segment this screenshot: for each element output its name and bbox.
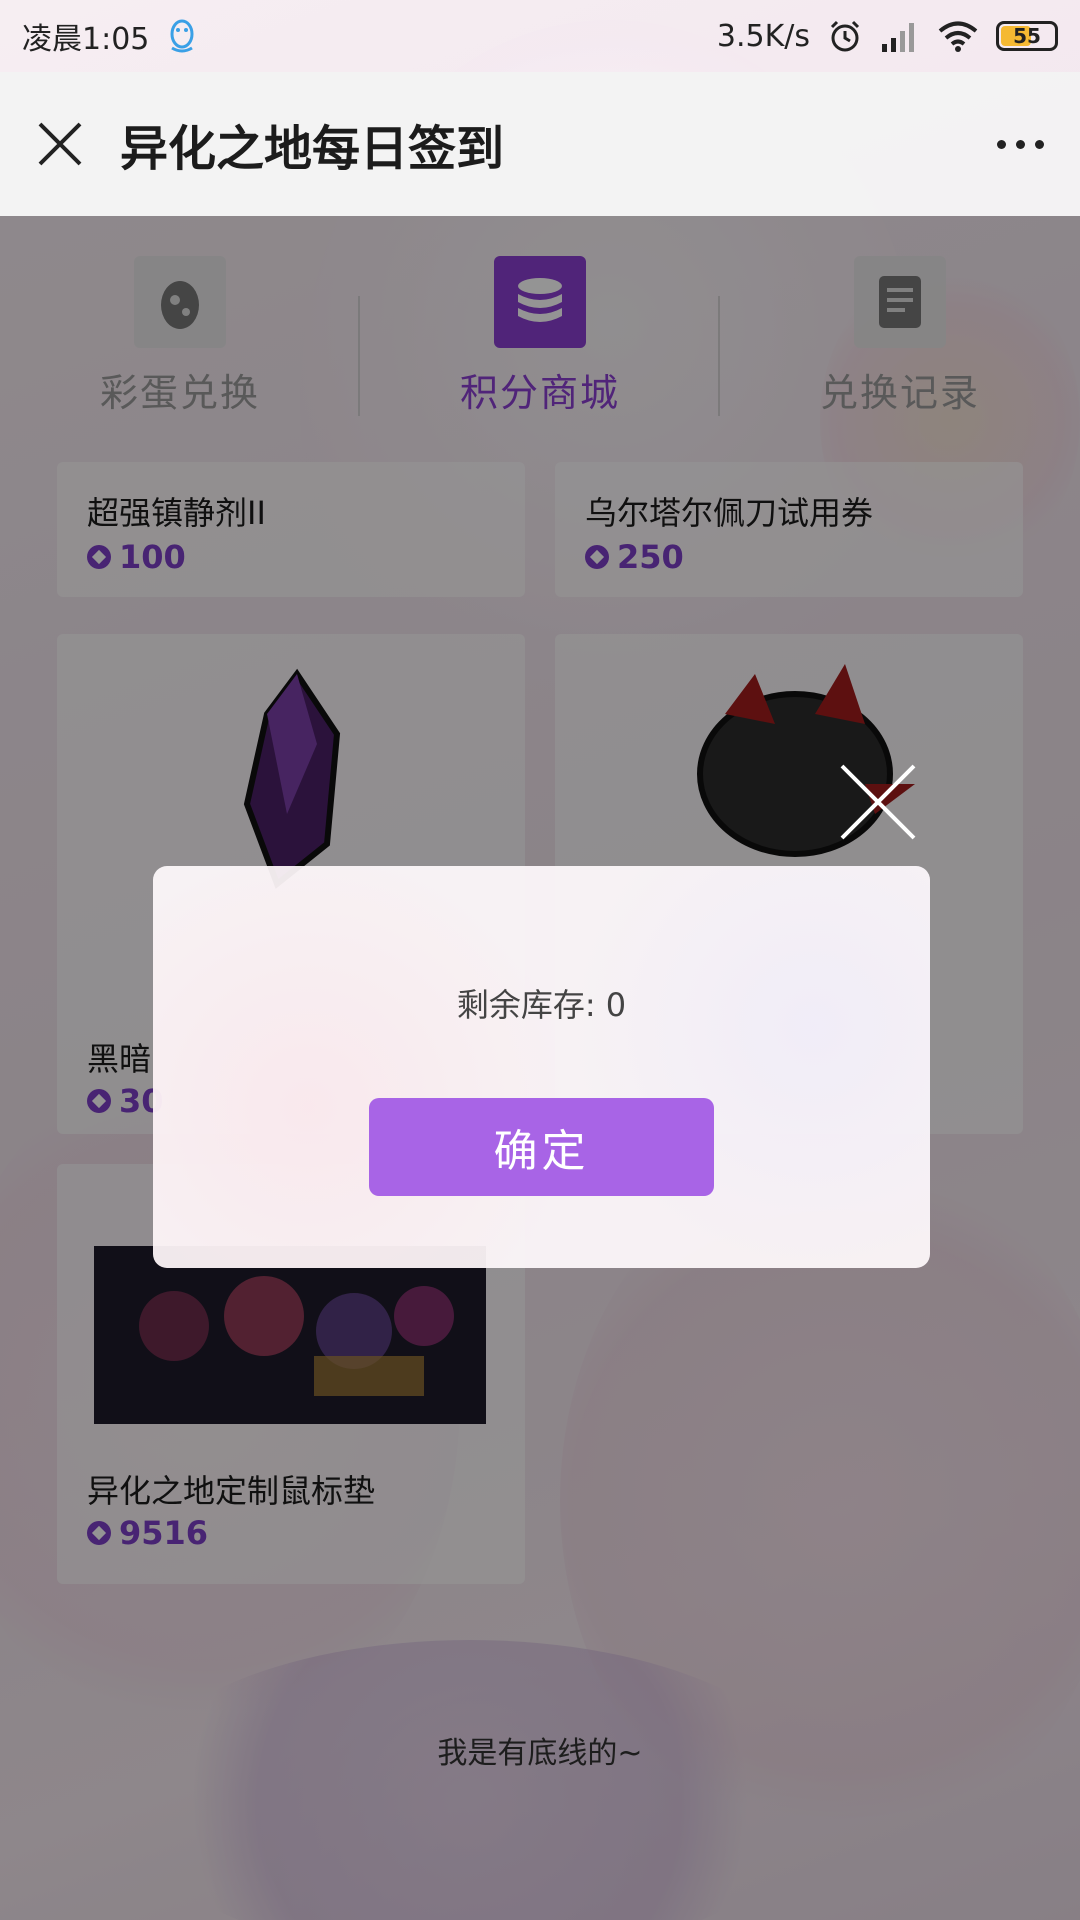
page-title: 异化之地每日签到	[120, 121, 505, 177]
battery-level: 55	[1013, 24, 1041, 48]
dialog-background-art	[153, 866, 930, 1268]
more-button[interactable]	[960, 72, 1080, 216]
title-bar: 异化之地每日签到	[0, 72, 1080, 216]
network-speed: 3.5K/s	[716, 18, 810, 54]
status-bar: 凌晨1:05 3.5K/s 55	[0, 0, 1080, 72]
wifi-icon	[938, 21, 978, 52]
close-button[interactable]	[0, 72, 120, 216]
modal-close-icon[interactable]	[838, 762, 918, 842]
battery-icon: 55	[996, 21, 1058, 51]
qq-icon	[170, 19, 194, 53]
stock-message: 剩余库存: 0	[456, 986, 627, 1024]
confirm-button[interactable]: 确定	[369, 1098, 714, 1196]
signal-icon	[882, 23, 914, 52]
close-icon	[38, 122, 82, 166]
alarm-icon	[830, 20, 860, 52]
more-dots-icon	[996, 139, 1006, 149]
stock-dialog: 剩余库存: 0 确定	[153, 866, 930, 1268]
status-time: 凌晨1:05	[22, 22, 150, 57]
